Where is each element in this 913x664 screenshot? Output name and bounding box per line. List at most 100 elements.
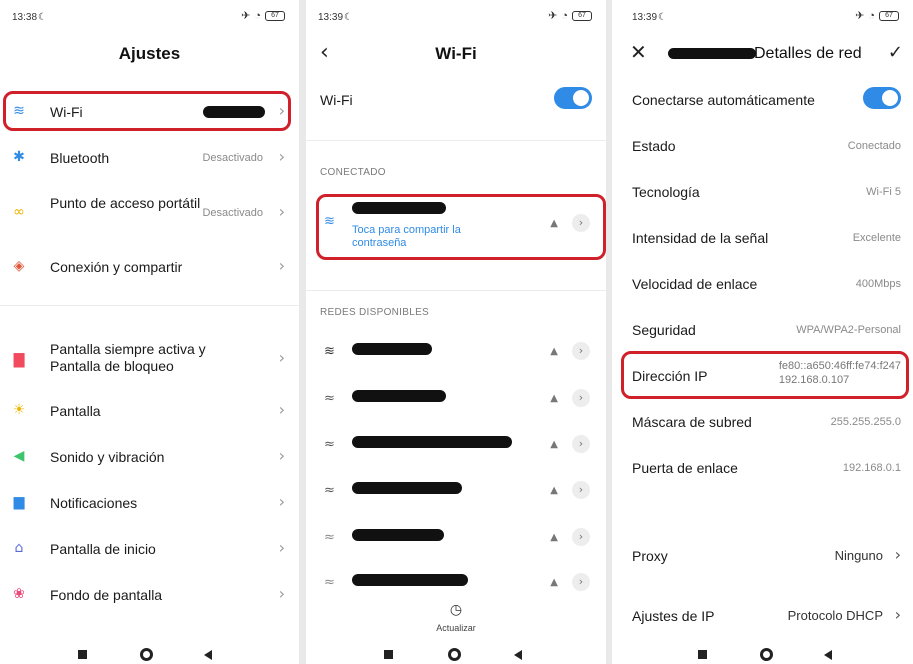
lock-icon: ▲ bbox=[550, 485, 558, 496]
settings-item-label: Sonido y vibración bbox=[50, 449, 165, 465]
detail-row-security: Seguridad WPA/WPA2-Personal bbox=[612, 307, 913, 353]
network-details-button[interactable]: › bbox=[572, 389, 590, 407]
home-icon: ⌂ bbox=[14, 540, 24, 556]
notifications-icon: ▆ bbox=[13, 494, 25, 510]
settings-item-sound[interactable]: ◀ Sonido y vibración › bbox=[0, 434, 299, 480]
auto-connect-toggle[interactable] bbox=[863, 87, 901, 109]
detail-label: Tecnología bbox=[632, 184, 700, 200]
brightness-icon: ☀ bbox=[12, 402, 26, 418]
wifi-signal-icon: ≈ bbox=[324, 391, 335, 406]
redacted-network-name bbox=[668, 48, 756, 59]
lock-icon: ▇ bbox=[13, 352, 25, 368]
settings-item-label: Pantalla bbox=[50, 403, 101, 419]
airplane-icon: ✈ bbox=[548, 10, 558, 22]
close-icon[interactable]: ✕ bbox=[630, 40, 647, 64]
wifi-signal-icon: ≈ bbox=[324, 483, 335, 498]
available-network[interactable]: ≋ ▲ › bbox=[306, 334, 606, 374]
proxy-value: Ninguno bbox=[834, 548, 883, 563]
wifi-signal-icon: ≋ bbox=[324, 344, 335, 359]
hotspot-icon: ∞ bbox=[13, 204, 25, 220]
settings-item-value: Desactivado bbox=[202, 152, 263, 164]
recents-button[interactable] bbox=[384, 650, 393, 659]
detail-row-subnet: Máscara de subred 255.255.255.0 bbox=[612, 399, 913, 445]
available-section-header: REDES DISPONIBLES bbox=[320, 307, 430, 318]
refresh-label: Actualizar bbox=[436, 623, 476, 633]
network-details-button[interactable]: › bbox=[572, 342, 590, 360]
moon-icon: ☾ bbox=[658, 12, 667, 23]
home-button[interactable] bbox=[448, 648, 461, 661]
status-time: 13:39 bbox=[318, 12, 344, 23]
available-network[interactable]: ≈ ▲ › bbox=[306, 381, 606, 421]
settings-item-display[interactable]: ☀ Pantalla › bbox=[0, 388, 299, 434]
home-button[interactable] bbox=[140, 648, 153, 661]
back-nav-button[interactable] bbox=[824, 650, 832, 660]
chevron-right-icon: › bbox=[278, 147, 285, 166]
confirm-check-icon[interactable]: ✓ bbox=[888, 42, 903, 63]
chevron-right-icon: › bbox=[278, 400, 285, 419]
detail-value: 255.255.255.0 bbox=[830, 416, 901, 428]
lock-icon: ▲ bbox=[550, 577, 558, 588]
recents-button[interactable] bbox=[698, 650, 707, 659]
detail-row-gateway: Puerta de enlace 192.168.0.1 bbox=[612, 445, 913, 491]
battery-icon: 67 bbox=[879, 11, 899, 21]
network-details-button[interactable]: › bbox=[572, 481, 590, 499]
chevron-right-icon: › bbox=[278, 446, 285, 465]
wifi-toggle-row[interactable]: Wi-Fi bbox=[306, 77, 606, 123]
recents-button[interactable] bbox=[78, 650, 87, 659]
detail-label: Seguridad bbox=[632, 322, 696, 338]
settings-item-notifications[interactable]: ▆ Notificaciones › bbox=[0, 480, 299, 526]
settings-item-label: Fondo de pantalla bbox=[50, 587, 163, 603]
connected-section-header: CONECTADO bbox=[320, 167, 386, 178]
settings-item-label: Pantalla siempre activa y Pantalla de bl… bbox=[50, 341, 206, 374]
home-button[interactable] bbox=[760, 648, 773, 661]
settings-item-bluetooth[interactable]: ✱ Bluetooth Desactivado › bbox=[0, 135, 299, 181]
detail-row-signal: Intensidad de la señal Excelente bbox=[612, 215, 913, 261]
navigation-bar bbox=[0, 642, 299, 664]
detail-label: Puerta de enlace bbox=[632, 460, 738, 476]
detail-label: Estado bbox=[632, 138, 676, 154]
network-details-button[interactable]: › bbox=[572, 573, 590, 591]
divider bbox=[0, 305, 299, 306]
available-network[interactable]: ≈ ▲ › bbox=[306, 565, 606, 605]
available-network[interactable]: ≈ ▲ › bbox=[306, 427, 606, 467]
navigation-bar bbox=[612, 642, 913, 664]
highlight-frame bbox=[3, 91, 291, 131]
detail-label: Máscara de subred bbox=[632, 414, 752, 430]
available-network[interactable]: ≈ ▲ › bbox=[306, 520, 606, 560]
settings-item-label: Notificaciones bbox=[50, 495, 138, 511]
settings-item-label: Punto de acceso portátil bbox=[50, 195, 201, 211]
proxy-row[interactable]: Proxy Ninguno › bbox=[612, 533, 913, 579]
network-details-button[interactable]: › bbox=[572, 528, 590, 546]
navigation-bar bbox=[306, 642, 606, 664]
settings-item-home-screen[interactable]: ⌂ Pantalla de inicio › bbox=[0, 526, 299, 572]
detail-label: Proxy bbox=[632, 548, 668, 564]
wifi-toggle[interactable] bbox=[554, 87, 592, 109]
wallpaper-icon: ❀ bbox=[13, 586, 25, 602]
settings-item-label: Pantalla de inicio bbox=[50, 541, 156, 557]
settings-item-label: Conexión y compartir bbox=[50, 259, 183, 275]
chevron-right-icon: › bbox=[278, 584, 285, 603]
ip-settings-row[interactable]: Ajustes de IP Protocolo DHCP › bbox=[612, 593, 913, 639]
detail-row-status: Estado Conectado bbox=[612, 123, 913, 169]
chevron-right-icon: › bbox=[278, 538, 285, 557]
back-nav-button[interactable] bbox=[514, 650, 522, 660]
auto-connect-row[interactable]: Conectarse automáticamente bbox=[612, 77, 913, 123]
available-network[interactable]: ≈ ▲ › bbox=[306, 473, 606, 513]
chevron-right-icon: › bbox=[894, 605, 901, 624]
network-details-button[interactable]: › bbox=[572, 435, 590, 453]
page-title: Ajustes bbox=[118, 44, 181, 63]
back-nav-button[interactable] bbox=[204, 650, 212, 660]
wifi-status-icon: ◔ bbox=[868, 10, 875, 22]
settings-item-lock-screen[interactable]: ▇ Pantalla siempre activa y Pantalla de … bbox=[0, 336, 299, 382]
settings-item-connection-sharing[interactable]: ◈ Conexión y compartir › bbox=[0, 244, 299, 290]
settings-item-label: Bluetooth bbox=[50, 150, 110, 166]
settings-item-wallpaper[interactable]: ❀ Fondo de pantalla › bbox=[0, 572, 299, 618]
settings-item-hotspot[interactable]: ∞ Punto de acceso portátil Desactivado › bbox=[0, 190, 299, 236]
detail-label: Intensidad de la señal bbox=[632, 230, 769, 246]
bluetooth-icon: ✱ bbox=[13, 149, 25, 165]
detail-label: Ajustes de IP bbox=[632, 608, 715, 624]
chevron-right-icon: › bbox=[278, 202, 285, 221]
highlight-frame bbox=[621, 351, 909, 399]
refresh-button[interactable]: ◷ Actualizar bbox=[306, 602, 606, 636]
settings-item-value: Desactivado bbox=[202, 207, 263, 219]
